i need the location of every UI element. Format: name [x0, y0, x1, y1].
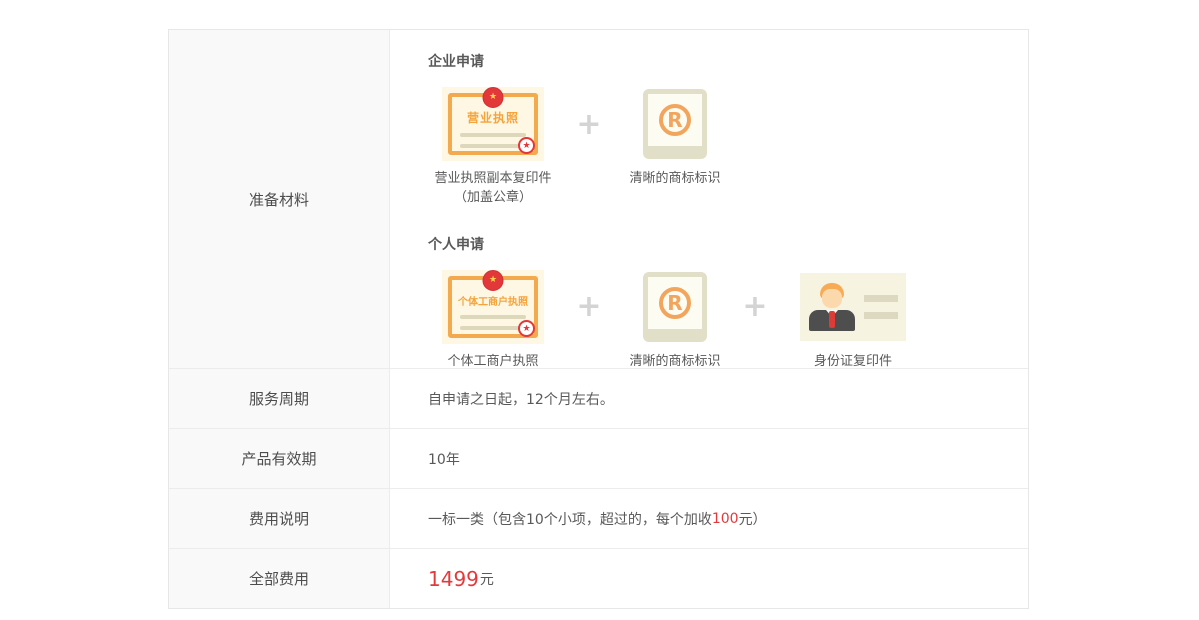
idcard-item: 身份证复印件: [780, 270, 926, 372]
business-license-item: ★ 营业执照 ★ 营业执照副本复印件 （加盖公章）: [428, 87, 558, 208]
registered-mark-icon: R: [659, 287, 691, 319]
validity-label: 产品有效期: [169, 429, 390, 488]
fee-label: 费用说明: [169, 489, 390, 548]
materials-content: 企业申请 ★ 营业执照 ★: [390, 30, 1028, 368]
fee-text-prefix: 一标一类（包含10个小项，超过的，每个加收: [428, 509, 712, 529]
national-emblem-icon: ★: [483, 87, 504, 108]
business-license-caption-line2: （加盖公章）: [434, 189, 551, 208]
business-license-caption-line1: 营业执照副本复印件: [434, 170, 551, 189]
service-period-label: 服务周期: [169, 369, 390, 428]
national-emblem-icon: ★: [483, 270, 504, 291]
idcard-icon: [800, 273, 906, 341]
total-value: 1499元: [390, 549, 1028, 608]
individual-license-icon: ★ 个体工商户执照 ★: [442, 270, 544, 344]
trademark-icon: R: [643, 272, 707, 342]
total-amount: 1499: [428, 567, 479, 591]
registered-mark-icon: R: [659, 104, 691, 136]
materials-row: 准备材料 企业申请 ★ 营业执照 ★: [169, 30, 1028, 368]
trademark-logo-item: R 清晰的商标标识: [620, 87, 730, 189]
enterprise-application-heading: 企业申请: [428, 51, 1028, 71]
person-avatar: [809, 283, 855, 331]
validity-row: 产品有效期 10年: [169, 428, 1028, 488]
personal-application-heading: 个人申请: [428, 234, 1028, 254]
red-stamp-icon: ★: [518, 320, 535, 337]
plus-icon: +: [730, 270, 780, 344]
total-label: 全部费用: [169, 549, 390, 608]
individual-license-item: ★ 个体工商户执照 ★ 个体工商户执照: [428, 270, 558, 372]
business-license-icon: ★ 营业执照 ★: [442, 87, 544, 161]
red-stamp-icon: ★: [518, 137, 535, 154]
trademark-caption: 清晰的商标标识: [629, 170, 720, 189]
license-title-text: 营业执照: [452, 109, 534, 126]
total-row: 全部费用 1499元: [169, 548, 1028, 608]
trademark-logo-item: R 清晰的商标标识: [620, 270, 730, 372]
fee-text-suffix: 元）: [739, 509, 767, 529]
fee-highlight-amount: 100: [712, 511, 739, 527]
service-period-row: 服务周期 自申请之日起，12个月左右。: [169, 368, 1028, 428]
materials-row-label: 准备材料: [169, 30, 390, 368]
plus-icon: +: [558, 270, 620, 344]
fee-value: 一标一类（包含10个小项，超过的，每个加收100元）: [390, 489, 1028, 548]
fee-row: 费用说明 一标一类（包含10个小项，超过的，每个加收100元）: [169, 488, 1028, 548]
total-unit: 元: [480, 569, 494, 589]
product-spec-table: 准备材料 企业申请 ★ 营业执照 ★: [168, 29, 1029, 609]
license-title-text: 个体工商户执照: [452, 293, 534, 308]
plus-icon: +: [558, 87, 620, 161]
validity-value: 10年: [390, 429, 1028, 488]
personal-items-row: ★ 个体工商户执照 ★ 个体工商户执照 +: [428, 270, 1028, 372]
trademark-icon: R: [643, 89, 707, 159]
enterprise-items-row: ★ 营业执照 ★ 营业执照副本复印件 （加盖公章）: [428, 87, 1028, 208]
service-period-value: 自申请之日起，12个月左右。: [390, 369, 1028, 428]
